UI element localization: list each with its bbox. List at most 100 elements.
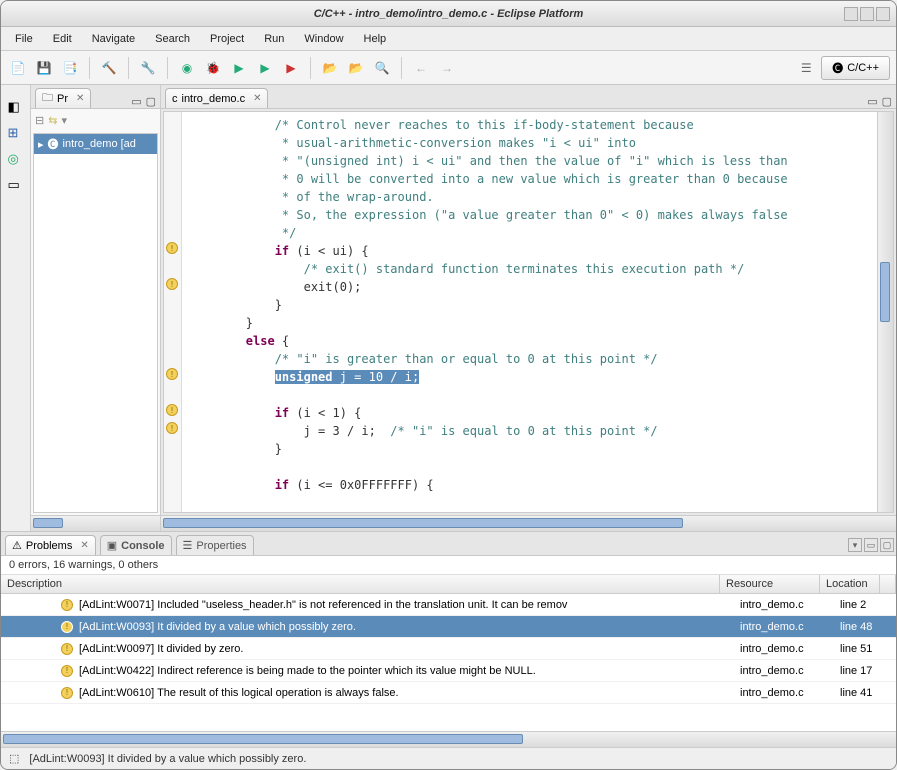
problem-row[interactable]: ! [AdLint:W0610] The result of this logic… [1, 682, 896, 704]
problems-summary: 0 errors, 16 warnings, 0 others [1, 556, 896, 575]
problems-table: ! [AdLint:W0071] Included "useless_header… [1, 594, 896, 731]
tab-properties[interactable]: ☰ Properties [176, 535, 254, 555]
profile-icon[interactable]: ▶ [280, 57, 302, 79]
run-icon[interactable]: ▶ [228, 57, 250, 79]
menu-run[interactable]: Run [256, 31, 292, 47]
fwd-icon[interactable]: → [436, 57, 458, 79]
editor-tab-label: intro_demo.c [182, 93, 246, 105]
close-problems-icon[interactable]: ✕ [80, 540, 88, 551]
hammer-icon[interactable]: 🔧 [137, 57, 159, 79]
warning-icon: ! [61, 621, 73, 633]
project-hscroll[interactable] [31, 515, 160, 531]
minimize-view-icon[interactable]: ▭ [131, 95, 141, 108]
menubar: File Edit Navigate Search Project Run Wi… [1, 27, 896, 51]
main-toolbar: 📄 💾 📑 🔨 🔧 ◉ 🐞 ▶ ▶ ▶ 📂 📂 🔍 ← → ☰ 🅒 C/C++ [1, 51, 896, 85]
new-icon[interactable]: 📄 [7, 57, 29, 79]
search-tool-icon[interactable]: 🔍 [371, 57, 393, 79]
minimize-button[interactable] [844, 7, 858, 21]
status-icon: ⬚ [9, 752, 19, 765]
menu-navigate[interactable]: Navigate [84, 31, 143, 47]
editor-gutter: ! ! ! ! ! [164, 112, 182, 512]
problem-desc: [AdLint:W0097] It divided by zero. [79, 643, 243, 655]
col-resource[interactable]: Resource [720, 575, 820, 593]
problem-location: line 48 [836, 621, 896, 633]
menu-search[interactable]: Search [147, 31, 198, 47]
problem-desc: [AdLint:W0610] The result of this logica… [79, 687, 399, 699]
makefile-icon[interactable]: ▭ [8, 177, 24, 193]
build-icon[interactable]: 🔨 [98, 57, 120, 79]
project-explorer: 🗀 Pr ✕ ▭ ▢ ⊟ ⇆ ▾ ▸ [31, 85, 161, 531]
warning-marker-icon[interactable]: ! [166, 278, 178, 290]
restore-icon[interactable]: ◧ [8, 99, 24, 115]
link-icon[interactable]: ⇆ [48, 114, 57, 127]
maximize-button[interactable] [860, 7, 874, 21]
statusbar: ⬚ [AdLint:W0093] It divided by a value w… [1, 747, 896, 769]
problems-hscroll[interactable] [1, 731, 896, 747]
menu-help[interactable]: Help [356, 31, 395, 47]
outline-icon[interactable]: ⊞ [8, 125, 24, 141]
warning-icon: ! [61, 643, 73, 655]
problem-desc: [AdLint:W0422] Indirect reference is bei… [79, 665, 536, 677]
menu-icon[interactable]: ▾ [61, 114, 67, 127]
problem-resource: intro_demo.c [736, 643, 836, 655]
project-tab[interactable]: 🗀 Pr ✕ [35, 88, 91, 108]
problem-row[interactable]: ![AdLint:W0093] It divided by a value wh… [1, 616, 896, 638]
problem-row[interactable]: ![AdLint:W0422] Indirect reference is be… [1, 660, 896, 682]
problem-desc: [AdLint:W0071] Included "useless_header.… [79, 599, 567, 611]
problem-resource: intro_demo.c [736, 687, 836, 699]
eclipse-window: C/C++ - intro_demo/intro_demo.c - Eclips… [0, 0, 897, 770]
world-icon[interactable]: ◉ [176, 57, 198, 79]
menu-file[interactable]: File [7, 31, 41, 47]
maximize-view-icon[interactable]: ▢ [146, 95, 156, 108]
warning-marker-icon[interactable]: ! [166, 368, 178, 380]
saveall-icon[interactable]: 📑 [59, 57, 81, 79]
project-tab-label: Pr [57, 93, 68, 105]
back-icon[interactable]: ← [410, 57, 432, 79]
perspective-button[interactable]: 🅒 C/C++ [821, 56, 890, 80]
tab-console[interactable]: ▣ Console [100, 535, 172, 555]
warning-icon: ! [61, 599, 73, 611]
code-editor[interactable]: /* Control never reaches to this if-body… [182, 112, 877, 512]
view-menu-icon[interactable]: ▾ [848, 538, 862, 552]
properties-icon: ☰ [183, 539, 193, 552]
openfolder2-icon[interactable]: 📂 [345, 57, 367, 79]
menu-project[interactable]: Project [202, 31, 252, 47]
warning-marker-icon[interactable]: ! [166, 404, 178, 416]
maximize-editor-icon[interactable]: ▢ [882, 95, 892, 108]
editor-tab[interactable]: c intro_demo.c ✕ [165, 88, 268, 108]
minimize-editor-icon[interactable]: ▭ [867, 95, 877, 108]
problem-location: line 41 [836, 687, 896, 699]
warning-icon: ! [61, 687, 73, 699]
project-item[interactable]: ▸ 🅒 intro_demo [ad [34, 134, 157, 154]
maximize-bottom-icon[interactable]: ▢ [880, 538, 894, 552]
menu-window[interactable]: Window [296, 31, 351, 47]
editor-vscroll[interactable] [877, 112, 893, 512]
left-trim: ◧ ⊞ ◎ ▭ [1, 85, 31, 531]
close-editor-icon[interactable]: ✕ [253, 93, 261, 104]
col-description[interactable]: Description [1, 575, 720, 593]
close-button[interactable] [876, 7, 890, 21]
openfolder-icon[interactable]: 📂 [319, 57, 341, 79]
open-perspective-icon[interactable]: ☰ [795, 57, 817, 79]
problem-row[interactable]: ! [AdLint:W0097] It divided by zero. intro… [1, 638, 896, 660]
tab-problems[interactable]: ⚠ Problems ✕ [5, 535, 96, 555]
target-icon[interactable]: ◎ [8, 151, 24, 167]
collapse-icon[interactable]: ⊟ [35, 114, 44, 127]
problem-row[interactable]: ! [AdLint:W0071] Included "useless_header… [1, 594, 896, 616]
problem-resource: intro_demo.c [736, 665, 836, 677]
menu-edit[interactable]: Edit [45, 31, 80, 47]
bug-icon[interactable]: 🐞 [202, 57, 224, 79]
problem-resource: intro_demo.c [736, 599, 836, 611]
bottom-pane: ⚠ Problems ✕ ▣ Console ☰ Properties ▾ ▭ … [1, 531, 896, 747]
close-tab-icon[interactable]: ✕ [76, 93, 84, 104]
status-text: [AdLint:W0093] It divided by a value whi… [29, 753, 306, 765]
editor-pane: c intro_demo.c ✕ ▭ ▢ ! ! ! ! ! [161, 85, 896, 531]
runext-icon[interactable]: ▶ [254, 57, 276, 79]
warning-marker-icon[interactable]: ! [166, 422, 178, 434]
minimize-bottom-icon[interactable]: ▭ [864, 538, 878, 552]
save-icon[interactable]: 💾 [33, 57, 55, 79]
warning-marker-icon[interactable]: ! [166, 242, 178, 254]
perspective-label: C/C++ [847, 62, 879, 74]
col-location[interactable]: Location [820, 575, 880, 593]
editor-hscroll[interactable] [161, 515, 896, 531]
